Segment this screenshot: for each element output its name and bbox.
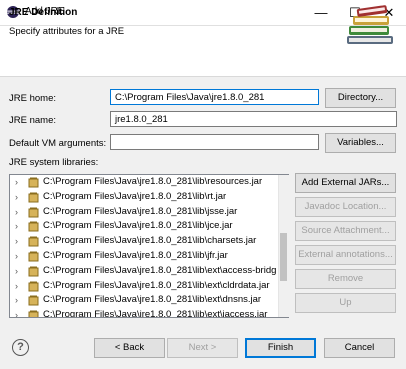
tree-row[interactable]: › C:\Program Files\Java\jre1.8.0_281\lib…	[10, 264, 280, 279]
libraries-tree[interactable]: › C:\Program Files\Java\jre1.8.0_281\lib…	[9, 174, 289, 318]
next-button[interactable]: Next >	[167, 338, 238, 358]
variables-button[interactable]: Variables...	[325, 133, 396, 153]
scrollbar-thumb[interactable]	[280, 233, 287, 281]
tree-row[interactable]: › C:\Program Files\Java\jre1.8.0_281\lib…	[10, 234, 280, 249]
chevron-right-icon[interactable]: ›	[15, 236, 18, 246]
library-path: C:\Program Files\Java\jre1.8.0_281\lib\r…	[43, 190, 227, 202]
library-path: C:\Program Files\Java\jre1.8.0_281\lib\j…	[43, 205, 238, 217]
tree-row[interactable]: › C:\Program Files\Java\jre1.8.0_281\lib…	[10, 293, 280, 308]
chevron-right-icon[interactable]: ›	[15, 295, 18, 305]
jre-name-input[interactable]: jre1.8.0_281	[110, 111, 397, 127]
tree-row[interactable]: › C:\Program Files\Java\jre1.8.0_281\lib…	[10, 308, 280, 318]
tree-row[interactable]: › C:\Program Files\Java\jre1.8.0_281\lib…	[10, 175, 280, 190]
chevron-right-icon[interactable]: ›	[15, 221, 18, 231]
chevron-right-icon[interactable]: ›	[15, 281, 18, 291]
jre-home-input[interactable]: C:\Program Files\Java\jre1.8.0_281	[110, 89, 319, 105]
library-path: C:\Program Files\Java\jre1.8.0_281\lib\e…	[43, 309, 268, 318]
back-button[interactable]: < Back	[94, 338, 165, 358]
jar-icon	[28, 177, 39, 188]
tree-row[interactable]: › C:\Program Files\Java\jre1.8.0_281\lib…	[10, 249, 280, 264]
tree-row[interactable]: › C:\Program Files\Java\jre1.8.0_281\lib…	[10, 219, 280, 234]
vm-args-input[interactable]	[110, 134, 319, 150]
jar-icon	[28, 281, 39, 292]
jar-icon	[28, 266, 39, 277]
finish-button[interactable]: Finish	[245, 338, 316, 358]
jre-home-label: JRE home:	[9, 93, 56, 104]
chevron-right-icon[interactable]: ›	[15, 177, 18, 187]
help-icon[interactable]: ?	[12, 339, 29, 356]
library-path: C:\Program Files\Java\jre1.8.0_281\lib\j…	[43, 250, 228, 261]
tree-row[interactable]: › C:\Program Files\Java\jre1.8.0_281\lib…	[10, 279, 280, 294]
library-path: C:\Program Files\Java\jre1.8.0_281\lib\e…	[43, 264, 277, 276]
minimize-button[interactable]: —	[304, 0, 338, 25]
jar-icon	[28, 192, 39, 203]
cancel-button[interactable]: Cancel	[324, 338, 395, 358]
library-books-icon	[347, 5, 393, 44]
external-annotations-button[interactable]: External annotations...	[295, 245, 396, 265]
chevron-right-icon[interactable]: ›	[15, 310, 18, 317]
jre-name-label: JRE name:	[9, 115, 56, 126]
chevron-right-icon[interactable]: ›	[15, 207, 18, 217]
jar-icon	[28, 251, 39, 262]
jar-icon	[28, 310, 39, 317]
source-attachment-button[interactable]: Source Attachment...	[295, 221, 396, 241]
jar-icon	[28, 236, 39, 247]
up-button[interactable]: Up	[295, 293, 396, 313]
page-subtitle: Specify attributes for a JRE	[9, 26, 125, 37]
chevron-right-icon[interactable]: ›	[15, 251, 18, 261]
jar-icon	[28, 207, 39, 218]
javadoc-location-button[interactable]: Javadoc Location...	[295, 197, 396, 217]
library-path: C:\Program Files\Java\jre1.8.0_281\lib\j…	[43, 220, 233, 232]
add-external-jars-button[interactable]: Add External JARs...	[295, 173, 396, 193]
chevron-right-icon[interactable]: ›	[15, 192, 18, 202]
directory-button[interactable]: Directory...	[325, 88, 396, 108]
library-path: C:\Program Files\Java\jre1.8.0_281\lib\c…	[43, 235, 257, 247]
chevron-right-icon[interactable]: ›	[15, 266, 18, 276]
library-path: C:\Program Files\Java\jre1.8.0_281\lib\r…	[43, 176, 263, 187]
vm-args-label: Default VM arguments:	[9, 138, 107, 149]
jar-icon	[28, 295, 39, 306]
jar-icon	[28, 221, 39, 232]
tree-row[interactable]: › C:\Program Files\Java\jre1.8.0_281\lib…	[10, 190, 280, 205]
libraries-label: JRE system libraries:	[9, 157, 99, 168]
page-title: JRE Definition	[9, 7, 78, 18]
library-path: C:\Program Files\Java\jre1.8.0_281\lib\e…	[43, 294, 262, 306]
remove-button[interactable]: Remove	[295, 269, 396, 289]
library-path: C:\Program Files\Java\jre1.8.0_281\lib\e…	[43, 279, 270, 291]
tree-row[interactable]: › C:\Program Files\Java\jre1.8.0_281\lib…	[10, 205, 280, 220]
